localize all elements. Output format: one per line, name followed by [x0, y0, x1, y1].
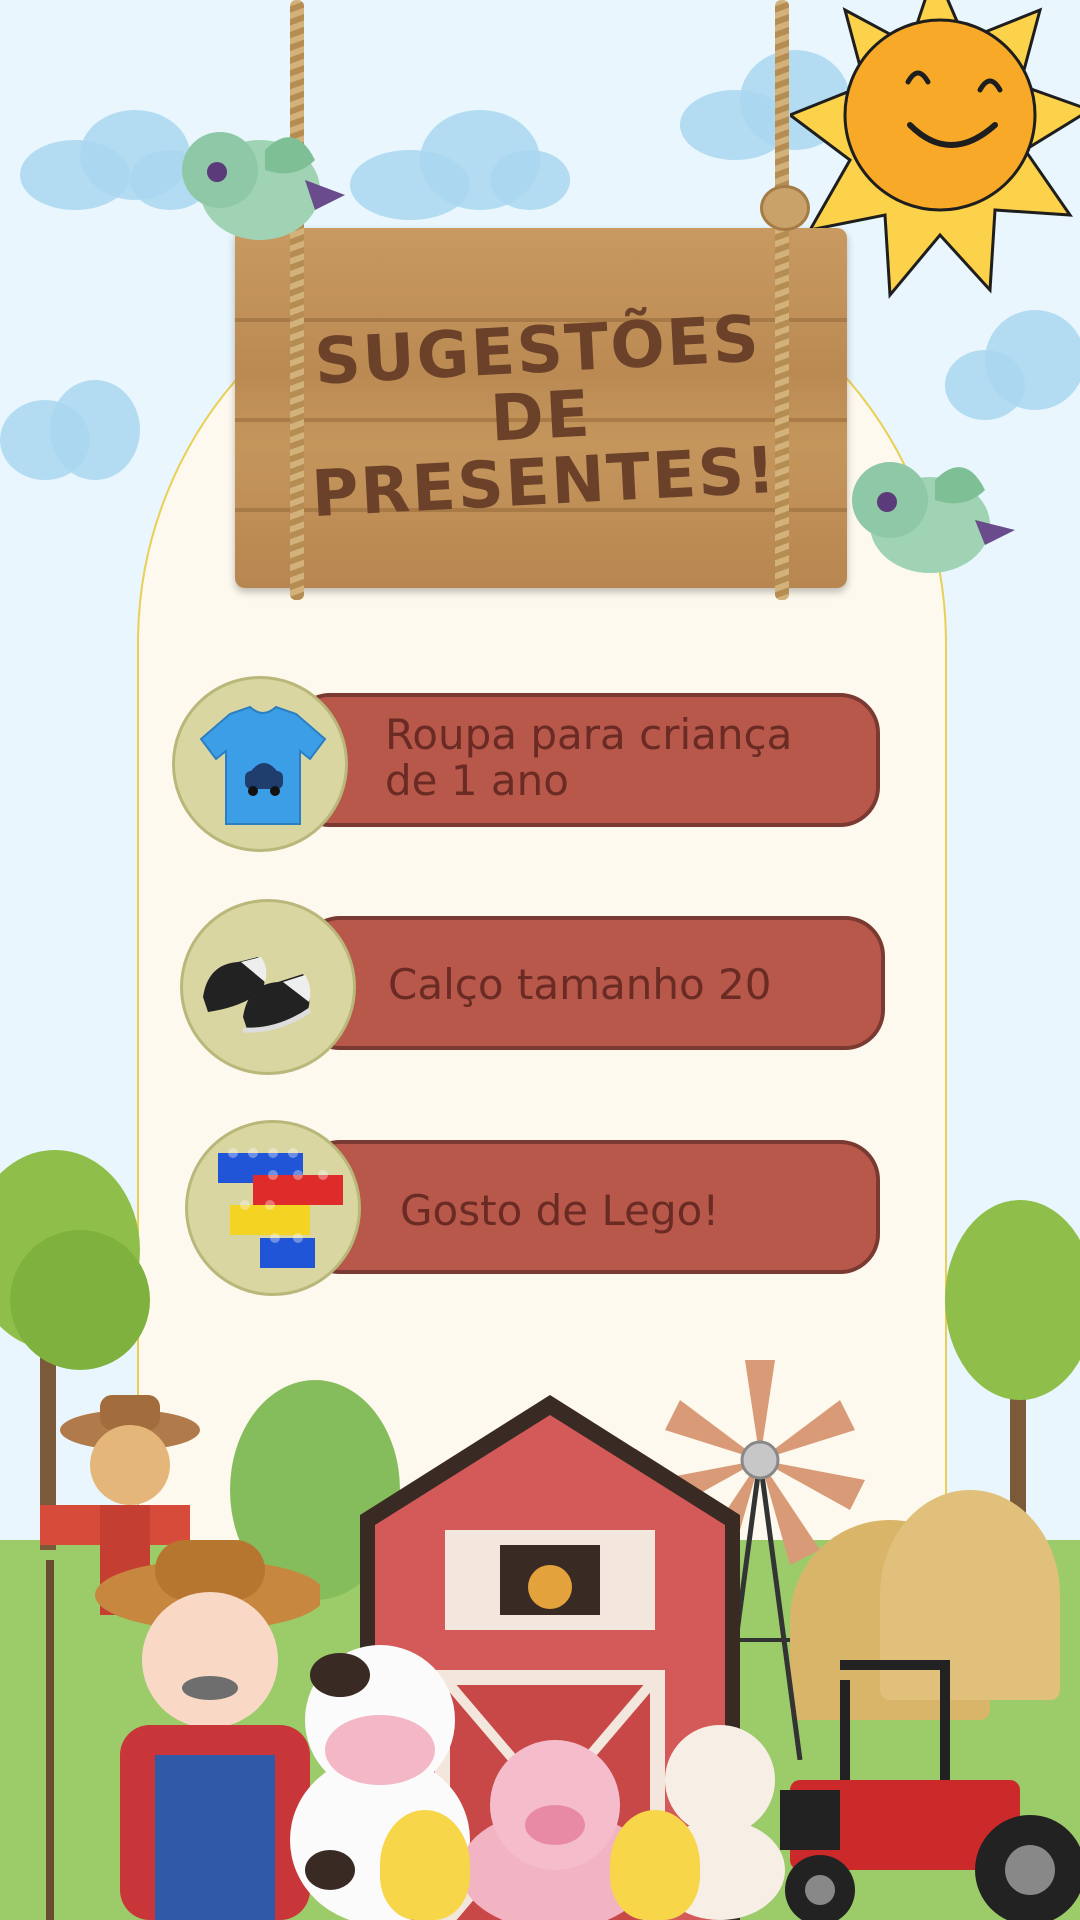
cloud: [945, 310, 1080, 430]
gift-badge: [180, 899, 356, 1075]
gift-item-label: Roupa para criança de 1 ano: [385, 712, 792, 804]
gift-item-label-line-1: Roupa para criança: [385, 710, 793, 759]
gift-item-label-line-2: de 1 ano: [385, 756, 569, 805]
chick-icon: [380, 1810, 470, 1920]
gift-item-label: Gosto de Lego!: [400, 1186, 720, 1235]
lego-blocks-icon: [218, 1148, 343, 1268]
rope-knot: [760, 185, 810, 231]
farmer-icon: [46, 1540, 320, 1920]
tree-icon: [945, 1200, 1080, 1400]
bird-icon: [852, 462, 1015, 573]
bird-icon: [182, 132, 345, 240]
tractor-icon: [780, 1660, 1080, 1920]
page-title: SUGESTÕES DE PRESENTES!: [235, 302, 847, 532]
cloud: [350, 110, 570, 220]
shoes-icon: [203, 957, 312, 1033]
cloud: [0, 370, 140, 490]
gift-badge: [172, 676, 348, 852]
sign-rope-left-front: [290, 220, 304, 600]
gift-item-label: Calço tamanho 20: [388, 960, 772, 1009]
chick-icon: [610, 1810, 700, 1920]
tree-icon: [10, 1230, 150, 1370]
gift-badge: [185, 1120, 361, 1296]
wooden-sign: SUGESTÕES DE PRESENTES!: [235, 228, 847, 588]
tshirt-icon: [199, 705, 327, 825]
sign-rope-right-front: [775, 190, 789, 600]
